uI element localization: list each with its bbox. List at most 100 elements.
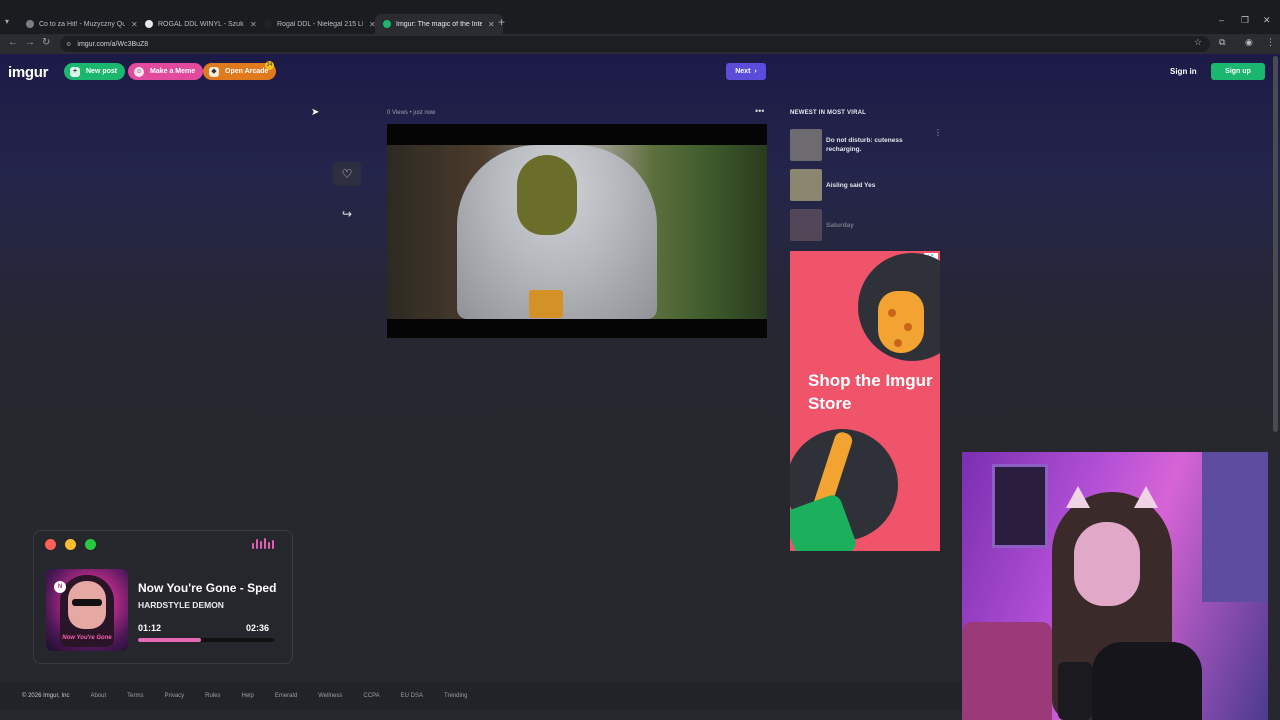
reload-icon[interactable]: ↻ [42, 37, 50, 48]
microphone [1058, 662, 1092, 720]
browser-tab[interactable]: Rogal DDL - Nielegal 215 LP | p ✕ [256, 14, 384, 34]
cat-ear-headphones [1134, 486, 1158, 508]
extensions-icon[interactable]: ⧉ [1219, 37, 1225, 48]
plus-icon: + [70, 66, 80, 77]
newest-viral-heading: NEWEST IN MOST VIRAL [790, 110, 866, 116]
browser-tab-active[interactable]: Imgur: The magic of the Internet ✕ [375, 14, 503, 34]
footer-link-emerald[interactable]: Emerald [275, 693, 297, 699]
footer-link-trending[interactable]: Trending [444, 693, 467, 699]
make-meme-label: Make a Meme [150, 68, 196, 75]
footer-link-eu-dsa[interactable]: EU DSA [401, 693, 423, 699]
now-playing-widget: N Now You're Gone Now You're Gone - Sped… [33, 530, 293, 664]
tab-title: ROGAL DDL WINYL - Szukaj w Google [158, 20, 244, 28]
new-tab-button[interactable]: + [498, 15, 505, 29]
cat-ear-headphones [1066, 486, 1090, 508]
site-info-icon[interactable]: ⚙ [66, 41, 71, 48]
arcade-badge: 24 [265, 61, 274, 70]
google-icon [145, 20, 153, 28]
post-options-icon[interactable]: ••• [755, 106, 764, 116]
close-window-icon[interactable]: ✕ [1263, 15, 1271, 26]
viral-post-title: Do not disturb: cuteness recharging. [826, 137, 903, 153]
browser-tab-bar: ▾ Co to za Hit! - Muzyczny Quiz ✕ ROGAL … [0, 0, 1280, 34]
streamer-face [1074, 522, 1140, 606]
viral-post-title: Aisling said Yes [826, 181, 876, 189]
post-thumbnail [790, 169, 822, 201]
imgur-logo[interactable]: imgur [8, 64, 48, 81]
footer-link-privacy[interactable]: Privacy [164, 693, 184, 699]
close-tab-icon[interactable]: ✕ [488, 20, 495, 29]
back-icon[interactable]: ← [8, 37, 18, 48]
footer-link-help[interactable]: Help [242, 693, 254, 699]
ad-graphic [888, 309, 896, 317]
song-artist: HARDSTYLE DEMON [138, 600, 224, 610]
post-thumbnail [790, 209, 822, 241]
total-time: 02:36 [246, 623, 270, 633]
current-time: 01:12 [138, 623, 162, 633]
new-post-button[interactable]: + New post [64, 63, 126, 80]
favorite-heart-icon[interactable]: ♡ [333, 162, 361, 186]
progress-fill [138, 638, 201, 642]
meme-icon: ☺ [134, 66, 144, 77]
bookmark-star-icon[interactable]: ☆ [1194, 37, 1202, 48]
browser-tab[interactable]: Co to za Hit! - Muzyczny Quiz ✕ [18, 14, 146, 34]
viral-post-title: Saturday [826, 221, 854, 229]
cover-logo: N [54, 581, 66, 593]
restore-icon[interactable]: ❐ [1241, 15, 1249, 26]
url-text: imgur.com/a/Wc3BuZ8 [77, 40, 149, 48]
ad-graphic [894, 339, 902, 347]
tab-title: Imgur: The magic of the Internet [396, 20, 482, 28]
viral-post-item[interactable]: Do not disturb: cuteness recharging. [790, 128, 940, 162]
advertisement[interactable]: i ✕ Shop the Imgur Store [790, 251, 940, 551]
gamepad-icon: ◆ [209, 66, 219, 77]
profile-icon[interactable]: ◉ [1245, 37, 1253, 48]
open-arcade-label: Open Arcade [225, 68, 269, 75]
footer-link-terms[interactable]: Terms [127, 693, 143, 699]
footer-link-about[interactable]: About [90, 693, 106, 699]
footer-copyright: © 2026 Imgur, Inc [22, 693, 70, 699]
mouse-cursor-icon: ➤ [311, 107, 320, 118]
sign-up-button[interactable]: Sign up [1211, 63, 1265, 80]
footer-link-ccpa[interactable]: CCPA [363, 693, 379, 699]
equalizer-icon [252, 538, 274, 549]
tab-title: Rogal DDL - Nielegal 215 LP | p [277, 20, 363, 28]
next-label: Next [735, 68, 751, 75]
tab-list-chevron-icon[interactable]: ▾ [5, 17, 9, 26]
cover-art [72, 599, 102, 606]
webcam-overlay [962, 452, 1268, 720]
maximize-dot-icon [85, 539, 96, 550]
viral-post-item[interactable]: Saturday [790, 208, 940, 242]
album-cover: N Now You're Gone [46, 569, 128, 651]
sign-in-link[interactable]: Sign in [1170, 67, 1197, 76]
make-meme-button[interactable]: ☺ Make a Meme [128, 63, 204, 80]
footer-link-rules[interactable]: Rules [205, 693, 220, 699]
video-subject-mask [517, 155, 577, 235]
minimize-icon[interactable]: – [1219, 15, 1224, 25]
globe-icon [26, 20, 34, 28]
post-meta: 0 Views • just now [387, 110, 436, 116]
song-title: Now You're Gone - Sped Up [138, 581, 276, 595]
video-drink [529, 290, 563, 318]
browser-menu-icon[interactable]: ⋮ [1266, 37, 1275, 48]
progress-bar[interactable] [138, 638, 274, 642]
cam-background [1202, 452, 1268, 602]
viral-post-item[interactable]: Aisling said Yes [790, 168, 940, 202]
imgur-favicon-icon [383, 20, 391, 28]
ad-headline: Shop the Imgur Store [808, 371, 933, 413]
browser-tab[interactable]: ROGAL DDL WINYL - Szukaj w Google ✕ [137, 14, 265, 34]
cover-title: Now You're Gone [62, 635, 112, 641]
cam-background [962, 622, 1052, 720]
new-post-label: New post [86, 68, 118, 75]
browser-toolbar: ← → ↻ ⚙ imgur.com/a/Wc3BuZ8 ☆ ⧉ ◉ ⋮ [0, 34, 1280, 54]
post-video[interactable] [387, 124, 767, 338]
address-bar[interactable]: ⚙ imgur.com/a/Wc3BuZ8 [60, 36, 1210, 52]
footer-link-wellness[interactable]: Wellness [318, 693, 342, 699]
forward-icon[interactable]: → [25, 37, 35, 48]
minimize-dot-icon [65, 539, 76, 550]
close-dot-icon [45, 539, 56, 550]
post-thumbnail [790, 129, 822, 161]
ad-graphic [904, 323, 912, 331]
page-scrollbar[interactable] [1273, 56, 1278, 432]
share-arrow-icon[interactable]: ↪ [333, 202, 361, 226]
next-button[interactable]: Next › [726, 63, 766, 80]
video-frame [387, 145, 767, 319]
